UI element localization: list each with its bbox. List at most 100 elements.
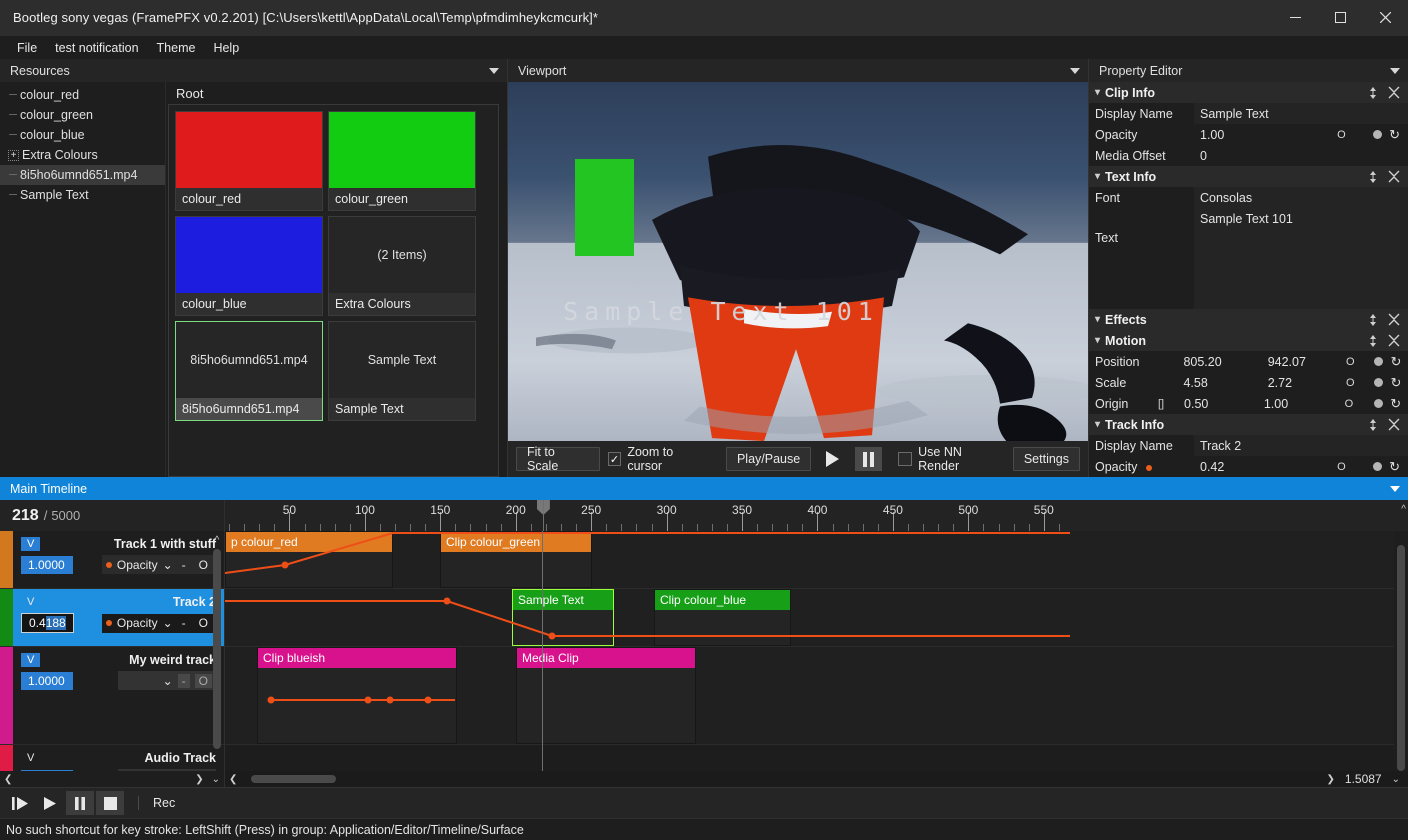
timeline-lane-3[interactable]: Clip blueish Media Clip — [225, 647, 1408, 745]
media-offset-value[interactable]: 0 — [1194, 149, 1294, 163]
collapse-all-icon[interactable] — [1388, 86, 1400, 100]
keyframe-dot-icon[interactable] — [1374, 399, 1384, 408]
reset-icon[interactable]: ↻ — [1390, 375, 1401, 391]
scale-x-value[interactable]: 4.58 — [1177, 376, 1261, 390]
text-area-top[interactable] — [1194, 229, 1408, 247]
chevron-down-icon[interactable] — [1070, 67, 1080, 74]
track-header-2[interactable]: V Track 2 0.4188 Opacity ⌄ - O — [0, 589, 224, 647]
pause-button[interactable] — [66, 791, 94, 815]
expand-plus-icon[interactable]: + — [8, 149, 19, 161]
collapse-all-icon[interactable] — [1388, 334, 1400, 348]
menu-item-file[interactable]: File — [8, 39, 46, 57]
origin-link-icon[interactable]: [] — [1158, 398, 1170, 410]
text-value-input[interactable]: Sample Text 101 — [1194, 208, 1408, 229]
tree-item-colour-red[interactable]: ─ colour_red — [0, 85, 165, 105]
maximize-button[interactable] — [1318, 0, 1363, 36]
updown-arrows-icon[interactable] — [1368, 418, 1378, 432]
frame-counter[interactable]: 218 / 5000 — [0, 500, 224, 531]
keyframe-toggle-icon[interactable]: O — [1345, 398, 1354, 410]
track-header-3[interactable]: V My weird track 1.0000 ⌄ - O — [0, 647, 224, 745]
param-dash[interactable]: - — [178, 616, 190, 630]
checkbox-checked-icon[interactable]: ✓ — [607, 452, 622, 466]
checkbox-unchecked-icon[interactable] — [898, 452, 913, 466]
updown-arrows-icon[interactable] — [1368, 334, 1378, 348]
keyframe-dot-icon[interactable] — [1373, 462, 1383, 471]
timeline-clip[interactable]: Media Clip — [516, 647, 696, 744]
play-pause-button[interactable]: Play/Pause — [725, 447, 812, 471]
close-button[interactable] — [1363, 0, 1408, 36]
reset-icon[interactable]: ↻ — [1389, 459, 1400, 475]
hscroll-thumb[interactable] — [251, 775, 337, 783]
resource-item-colour-red[interactable]: colour_red — [175, 111, 323, 211]
chevron-down-icon[interactable]: ⌄ — [212, 774, 220, 785]
updown-arrows-icon[interactable] — [1368, 170, 1378, 184]
keyframe-dot-icon[interactable] — [1373, 130, 1383, 139]
tree-item-extra-colours[interactable]: + Extra Colours — [0, 145, 165, 165]
viewport-canvas[interactable]: Sample Text 101 — [508, 82, 1088, 441]
group-header-clip-info[interactable]: ▾ Clip Info — [1089, 82, 1408, 103]
collapse-all-icon[interactable] — [1388, 313, 1400, 327]
zoom-to-cursor-checkbox[interactable]: ✓ Zoom to cursor — [607, 445, 710, 473]
param-circle-icon[interactable]: O — [195, 616, 212, 630]
hscroll-track[interactable] — [241, 771, 1322, 787]
resource-item-mp4[interactable]: 8i5ho6umnd651.mp4 8i5ho6umnd651.mp4 — [175, 321, 323, 421]
track-header-scrollbar-thumb[interactable] — [213, 549, 221, 749]
play-from-start-button[interactable] — [6, 791, 34, 815]
play-button[interactable] — [819, 447, 847, 471]
timeline-clip[interactable]: Sample Text — [512, 589, 614, 646]
chevron-down-icon[interactable]: ⌄ — [163, 616, 173, 630]
keyframe-dot-icon[interactable] — [1374, 378, 1384, 387]
group-header-track-info[interactable]: ▾ Track Info — [1089, 414, 1408, 435]
stop-button[interactable] — [96, 791, 124, 815]
position-y-value[interactable]: 942.07 — [1262, 355, 1346, 369]
keyframe-toggle-icon[interactable]: O — [1337, 461, 1346, 473]
fit-to-scale-button[interactable]: Fit to Scale — [516, 445, 600, 473]
menu-item-test-notification[interactable]: test notification — [46, 39, 147, 57]
track-display-name-input[interactable]: Track 2 — [1194, 435, 1408, 456]
position-x-value[interactable]: 805.20 — [1177, 355, 1261, 369]
timeline-canvas[interactable]: p colour_red Clip colour_green Sample Te… — [225, 531, 1408, 771]
timeline-lane-1[interactable]: p colour_red Clip colour_green — [225, 531, 1408, 589]
param-circle-icon[interactable]: O — [194, 673, 212, 688]
font-input[interactable]: Consolas — [1194, 187, 1408, 208]
timeline-zoom-value[interactable]: 1.5087 — [1339, 772, 1388, 786]
resource-item-colour-blue[interactable]: colour_blue — [175, 216, 323, 316]
timeline-lane-2[interactable]: Sample Text Clip colour_blue — [225, 589, 1408, 647]
timeline-vscroll-thumb[interactable] — [1397, 545, 1405, 771]
chevron-down-icon[interactable]: ⌄ — [163, 674, 173, 688]
playhead[interactable] — [542, 531, 543, 771]
track-value-field[interactable]: 0.4188 — [21, 613, 74, 633]
keyframe-toggle-icon[interactable]: O — [1346, 377, 1355, 389]
display-name-input[interactable]: Sample Text — [1194, 103, 1408, 124]
scroll-left-icon[interactable]: ❮ — [229, 774, 237, 785]
tree-item-sample-text[interactable]: ─ Sample Text — [0, 185, 165, 205]
scroll-left-icon[interactable]: ❮ — [4, 774, 12, 785]
track-visibility-badge[interactable]: V — [21, 653, 41, 667]
rec-label[interactable]: Rec — [138, 796, 175, 810]
resource-item-extra-colours[interactable]: (2 Items) Extra Colours — [328, 216, 476, 316]
track-value-field[interactable]: 1.0000 — [21, 555, 73, 574]
collapse-all-icon[interactable] — [1388, 418, 1400, 432]
track-visibility-badge[interactable]: V — [21, 595, 40, 609]
track-header-4[interactable]: V Audio Track 0.0 dB ⌄ - O — [0, 745, 224, 771]
track-visibility-badge[interactable]: V — [21, 537, 41, 551]
group-header-effects[interactable]: ▾ Effects — [1089, 309, 1408, 330]
opacity-value[interactable]: 1.00 — [1194, 128, 1294, 142]
scale-y-value[interactable]: 2.72 — [1262, 376, 1346, 390]
scroll-right-icon[interactable]: ❯ — [195, 774, 203, 785]
track-visibility-badge[interactable]: V — [21, 751, 40, 765]
origin-x-value[interactable]: 0.50 — [1170, 397, 1258, 411]
keyframe-toggle-icon[interactable]: O — [1346, 356, 1355, 368]
chevron-down-icon[interactable] — [1390, 67, 1400, 74]
track-param-pill[interactable]: Opacity ⌄ - O — [101, 555, 216, 574]
track-param-pill[interactable]: ⌄ - O — [117, 769, 216, 771]
origin-y-value[interactable]: 1.00 — [1258, 397, 1345, 411]
play-button[interactable] — [36, 791, 64, 815]
group-header-motion[interactable]: ▾ Motion — [1089, 330, 1408, 351]
track-header-1[interactable]: V Track 1 with stuff 1.0000 Opacity ⌄ - — [0, 531, 224, 589]
timeline-vertical-scrollbar[interactable] — [1394, 531, 1408, 771]
timeline-clip[interactable]: p colour_red — [225, 531, 393, 588]
track-opacity-value[interactable]: 0.42 — [1194, 460, 1294, 474]
resource-item-sample-text[interactable]: Sample Text Sample Text — [328, 321, 476, 421]
pause-button[interactable] — [854, 447, 883, 471]
